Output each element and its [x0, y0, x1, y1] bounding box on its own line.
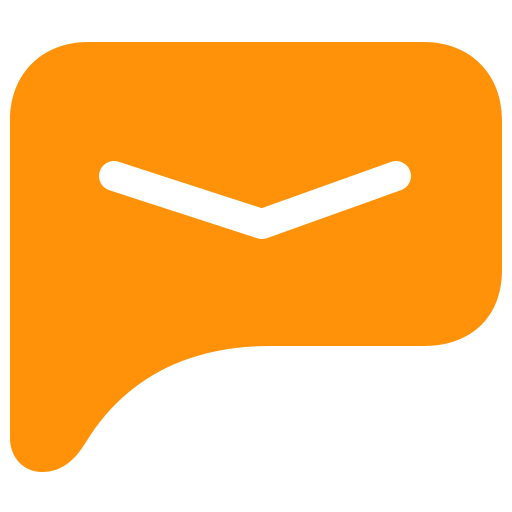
message-bubble-icon: [0, 0, 512, 512]
app-icon-canvas: [0, 0, 512, 512]
speech-bubble-shape: [10, 42, 502, 472]
